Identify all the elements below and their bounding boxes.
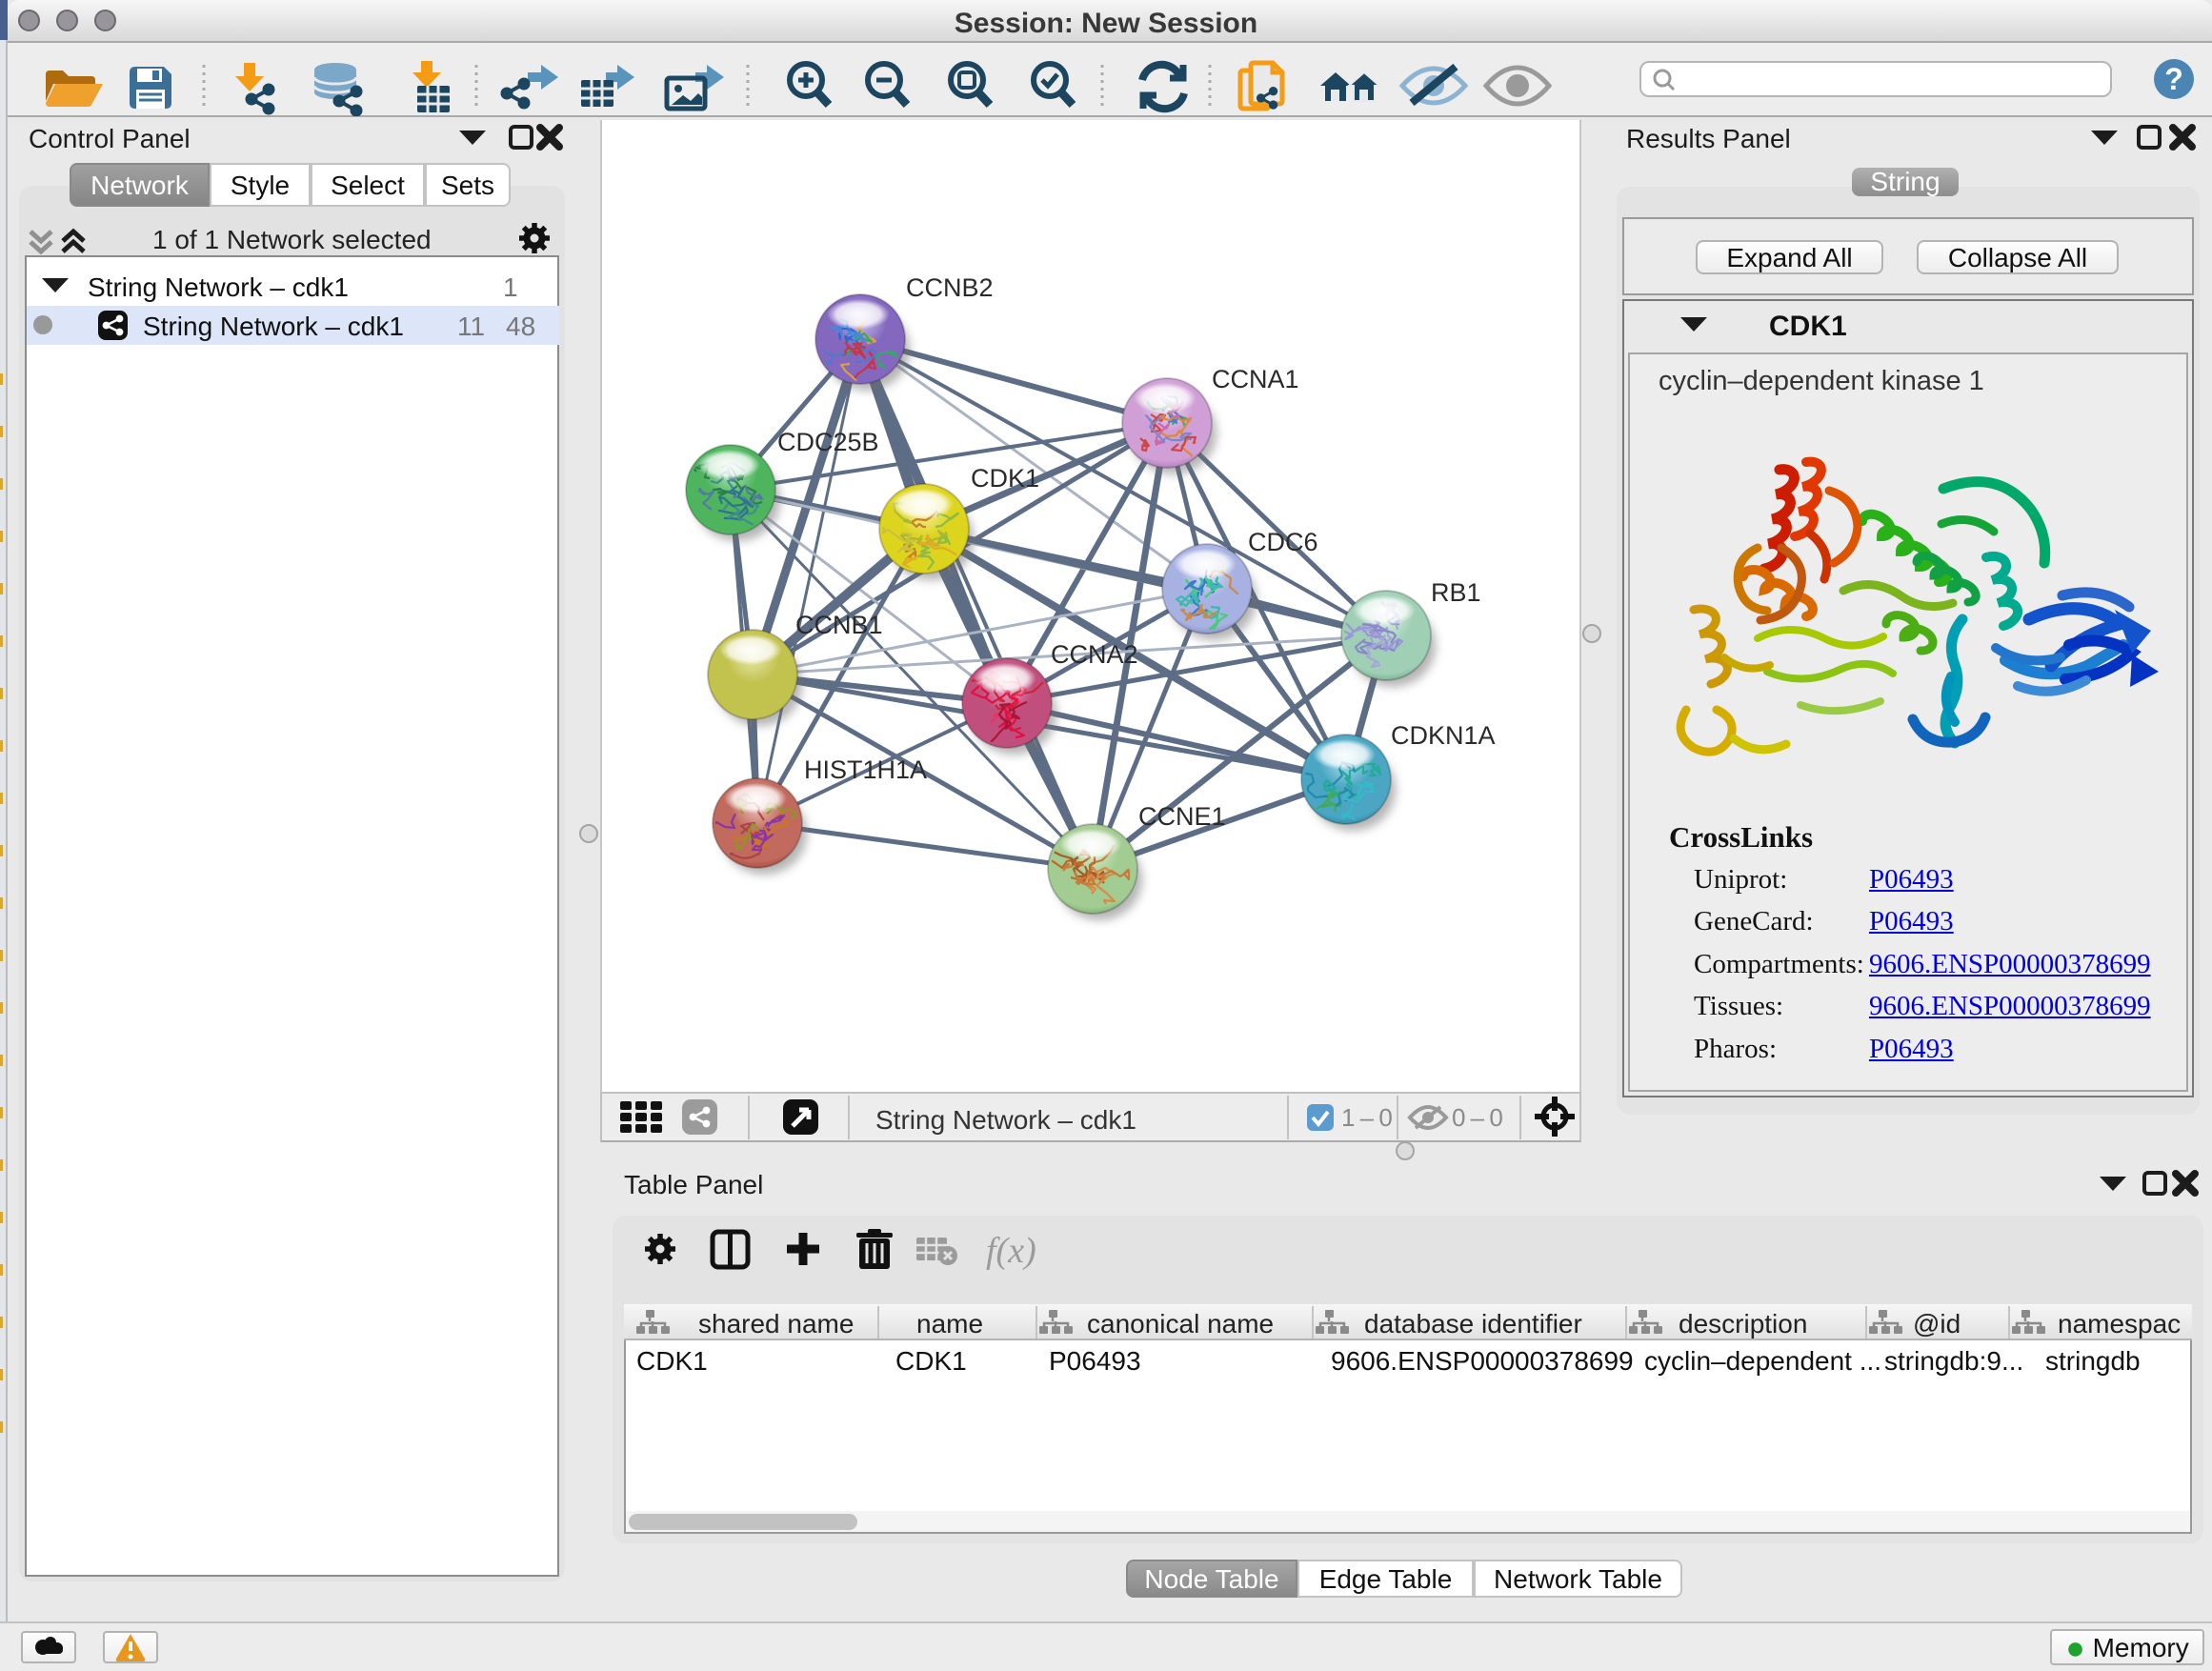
svg-text:1 – 0: 1 – 0 <box>1341 1103 1393 1132</box>
svg-text:0 – 0: 0 – 0 <box>1452 1103 1503 1132</box>
svg-text:f(x): f(x) <box>986 1231 1036 1271</box>
